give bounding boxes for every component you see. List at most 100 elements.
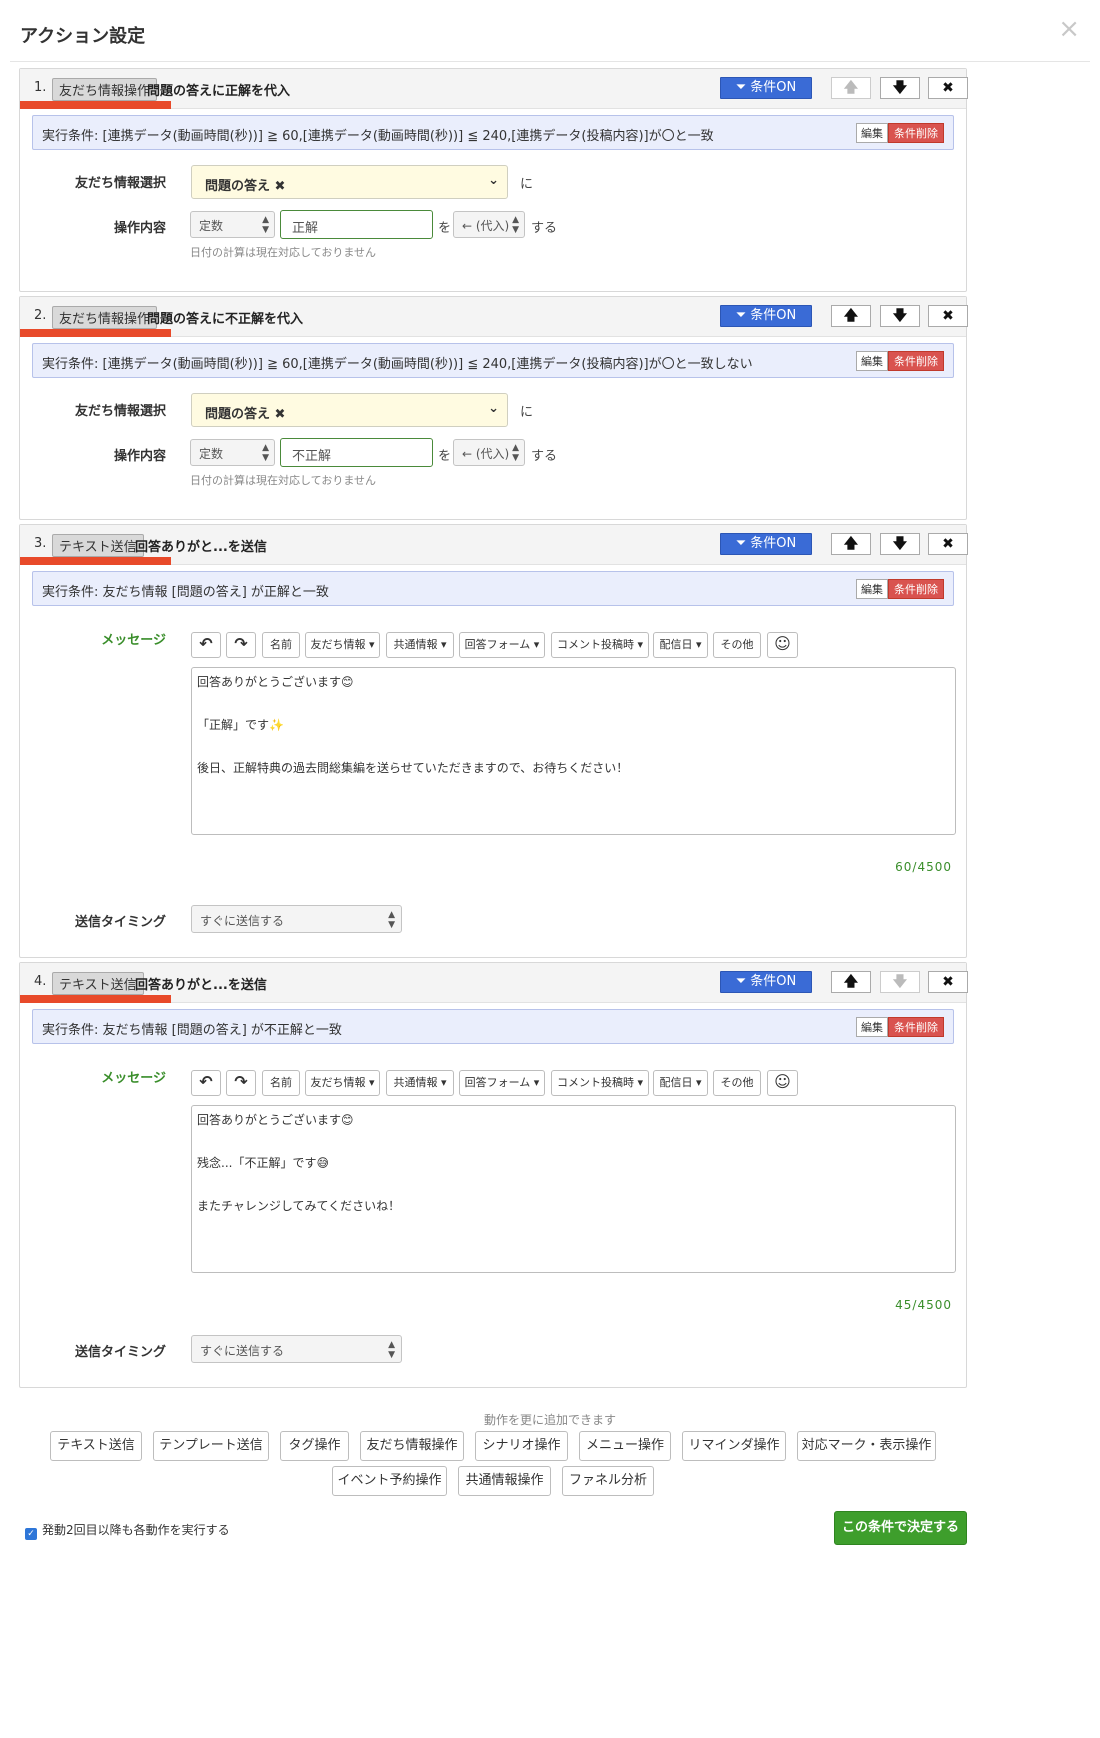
condition-on-button[interactable]: ⏷ 条件ON xyxy=(720,533,812,555)
message-textarea[interactable]: 回答ありがとうございます😊 「正解」です✨ 後日、正解特典の過去問総集編を送らせ… xyxy=(191,667,956,835)
delete-action-button[interactable]: ✖ xyxy=(928,533,968,555)
move-down-button[interactable]: 🡇 xyxy=(880,77,920,99)
move-up-button[interactable]: 🡅 xyxy=(831,533,871,555)
add-tag-button[interactable]: タグ操作 xyxy=(280,1431,349,1461)
delete-action-button[interactable]: ✖ xyxy=(928,77,968,99)
message-line: 回答ありがとうございます😊 xyxy=(197,1113,354,1127)
highlight-bar xyxy=(20,995,171,1003)
action-header: 4. テキスト送信 回答ありがと...を送信 ⏷ 条件ON 🡅 🡇 ✖ xyxy=(20,963,968,1003)
delete-condition-button[interactable]: 条件削除 xyxy=(888,351,944,371)
edit-condition-button[interactable]: 編集 xyxy=(856,351,888,371)
action-card-4: 4. テキスト送信 回答ありがと...を送信 ⏷ 条件ON 🡅 🡇 ✖ 実行条件… xyxy=(19,962,968,1388)
submit-button[interactable]: この条件で決定する xyxy=(834,1511,967,1545)
filter-icon: ⏷ xyxy=(735,80,747,95)
repeat-checkbox-row[interactable]: ✓ 発動2回目以降も各動作を実行する xyxy=(25,1521,230,1540)
insert-name-button[interactable]: 名前 xyxy=(262,1070,300,1096)
friend-info-dropdown[interactable]: 友だち情報 ▾ xyxy=(305,632,380,658)
repeat-label: 発動2回目以降も各動作を実行する xyxy=(42,1523,230,1537)
op-mode-select[interactable]: ← (代入) ▲ ▼ xyxy=(453,211,525,238)
comment-dropdown[interactable]: コメント投稿時 ▾ xyxy=(551,1070,649,1096)
delete-condition-button[interactable]: 条件削除 xyxy=(888,579,944,599)
message-textarea[interactable]: 回答ありがとうございます😊 残念...「不正解」です😅 またチャレンジしてみてく… xyxy=(191,1105,956,1273)
delete-action-button[interactable]: ✖ xyxy=(928,971,968,993)
action-title: 回答ありがと...を送信 xyxy=(135,978,267,993)
undo-button[interactable]: ↶ xyxy=(191,632,221,658)
checkbox-checked-icon[interactable]: ✓ xyxy=(25,1528,37,1540)
add-template-send-button[interactable]: テンプレート送信 xyxy=(153,1431,269,1461)
op-type-select[interactable]: 定数 ▲ ▼ xyxy=(190,439,275,466)
close-icon[interactable]: × xyxy=(1058,16,1080,42)
add-mark-display-button[interactable]: 対応マーク・表示操作 xyxy=(797,1431,936,1461)
arrow-up-icon: 🡅 xyxy=(843,536,859,552)
add-friend-info-button[interactable]: 友だち情報操作 xyxy=(360,1431,464,1461)
close-icon: ✖ xyxy=(942,308,954,324)
delivery-date-dropdown[interactable]: 配信日 ▾ xyxy=(653,632,708,658)
condition-on-button[interactable]: ⏷ 条件ON xyxy=(720,77,812,99)
move-up-button[interactable]: 🡅 xyxy=(831,971,871,993)
answer-form-dropdown[interactable]: 回答フォーム ▾ xyxy=(459,632,545,658)
emoji-button[interactable]: ☺ xyxy=(767,1070,798,1096)
add-reminder-button[interactable]: リマインダ操作 xyxy=(682,1431,786,1461)
modal-title: アクション設定 xyxy=(20,26,146,47)
timing-select[interactable]: すぐに送信する ▲ ▼ xyxy=(191,905,402,933)
add-menu-button[interactable]: メニュー操作 xyxy=(579,1431,671,1461)
op-type-select[interactable]: 定数 ▲ ▼ xyxy=(190,211,275,238)
condition-on-button[interactable]: ⏷ 条件ON xyxy=(720,305,812,327)
highlight-bar xyxy=(20,101,171,109)
condition-text: 実行条件: [連携データ(動画時間(秒))] ≧ 60,[連携データ(動画時間(… xyxy=(42,357,753,372)
edit-condition-button[interactable]: 編集 xyxy=(856,579,888,599)
edit-condition-button[interactable]: 編集 xyxy=(856,1017,888,1037)
add-funnel-button[interactable]: ファネル分析 xyxy=(562,1466,654,1496)
message-line: 「正解」です✨ xyxy=(197,718,284,732)
char-counter: 45/4500 xyxy=(895,1298,952,1312)
redo-button[interactable]: ↷ xyxy=(226,1070,256,1096)
action-number: 1. xyxy=(34,80,47,95)
move-up-button[interactable]: 🡅 xyxy=(831,77,871,99)
common-info-dropdown[interactable]: 共通情報 ▾ xyxy=(386,1070,454,1096)
undo-button[interactable]: ↶ xyxy=(191,1070,221,1096)
action-type-tag: 友だち情報操作 xyxy=(52,306,158,329)
move-down-button[interactable]: 🡇 xyxy=(880,305,920,327)
op-value-input[interactable]: 不正解 xyxy=(280,438,433,467)
redo-button[interactable]: ↷ xyxy=(226,632,256,658)
move-down-button[interactable]: 🡇 xyxy=(880,533,920,555)
add-common-info-button[interactable]: 共通情報操作 xyxy=(458,1466,551,1496)
insert-name-button[interactable]: 名前 xyxy=(262,632,300,658)
op-mode-select[interactable]: ← (代入) ▲ ▼ xyxy=(453,439,525,466)
timing-select[interactable]: すぐに送信する ▲ ▼ xyxy=(191,1335,402,1363)
move-down-button[interactable]: 🡇 xyxy=(880,971,920,993)
friend-info-dropdown[interactable]: 友だち情報 ▾ xyxy=(305,1070,380,1096)
add-scenario-button[interactable]: シナリオ操作 xyxy=(475,1431,568,1461)
filter-icon: ⏷ xyxy=(735,308,747,323)
delete-action-button[interactable]: ✖ xyxy=(928,305,968,327)
action-title: 問題の答えに正解を代入 xyxy=(147,84,291,99)
wo-text: を xyxy=(438,449,452,464)
move-up-button[interactable]: 🡅 xyxy=(831,305,871,327)
common-info-dropdown[interactable]: 共通情報 ▾ xyxy=(386,632,454,658)
op-value-input[interactable]: 正解 xyxy=(280,210,433,239)
add-text-send-button[interactable]: テキスト送信 xyxy=(50,1431,142,1461)
edit-condition-button[interactable]: 編集 xyxy=(856,123,888,143)
selected-field-chip[interactable]: 問題の答え ✖ xyxy=(205,175,285,194)
friend-field-select[interactable]: 問題の答え ✖ ⌄ xyxy=(191,165,508,199)
answer-form-dropdown[interactable]: 回答フォーム ▾ xyxy=(459,1070,545,1096)
delete-condition-button[interactable]: 条件削除 xyxy=(888,1017,944,1037)
comment-dropdown[interactable]: コメント投稿時 ▾ xyxy=(551,632,649,658)
other-button[interactable]: その他 xyxy=(713,632,761,658)
action-title: 問題の答えに不正解を代入 xyxy=(147,312,304,327)
message-toolbar: ↶ ↷ 名前 友だち情報 ▾ 共通情報 ▾ 回答フォーム ▾ コメント投稿時 ▾… xyxy=(191,1070,981,1096)
message-label: メッセージ xyxy=(101,633,166,648)
selected-field-chip[interactable]: 問題の答え ✖ xyxy=(205,403,285,422)
other-button[interactable]: その他 xyxy=(713,1070,761,1096)
emoji-button[interactable]: ☺ xyxy=(767,632,798,658)
delete-condition-button[interactable]: 条件削除 xyxy=(888,123,944,143)
timing-label: 送信タイミング xyxy=(74,915,166,930)
condition-on-button[interactable]: ⏷ 条件ON xyxy=(720,971,812,993)
arrow-down-icon: 🡇 xyxy=(892,974,908,990)
action-type-tag: 友だち情報操作 xyxy=(52,78,158,101)
add-event-reservation-button[interactable]: イベント予約操作 xyxy=(332,1466,447,1496)
action-type-tag: テキスト送信 xyxy=(52,534,144,557)
delivery-date-dropdown[interactable]: 配信日 ▾ xyxy=(653,1070,708,1096)
friend-field-select[interactable]: 問題の答え ✖ ⌄ xyxy=(191,393,508,427)
message-line: またチャレンジしてみてくださいね！ xyxy=(197,1199,401,1213)
